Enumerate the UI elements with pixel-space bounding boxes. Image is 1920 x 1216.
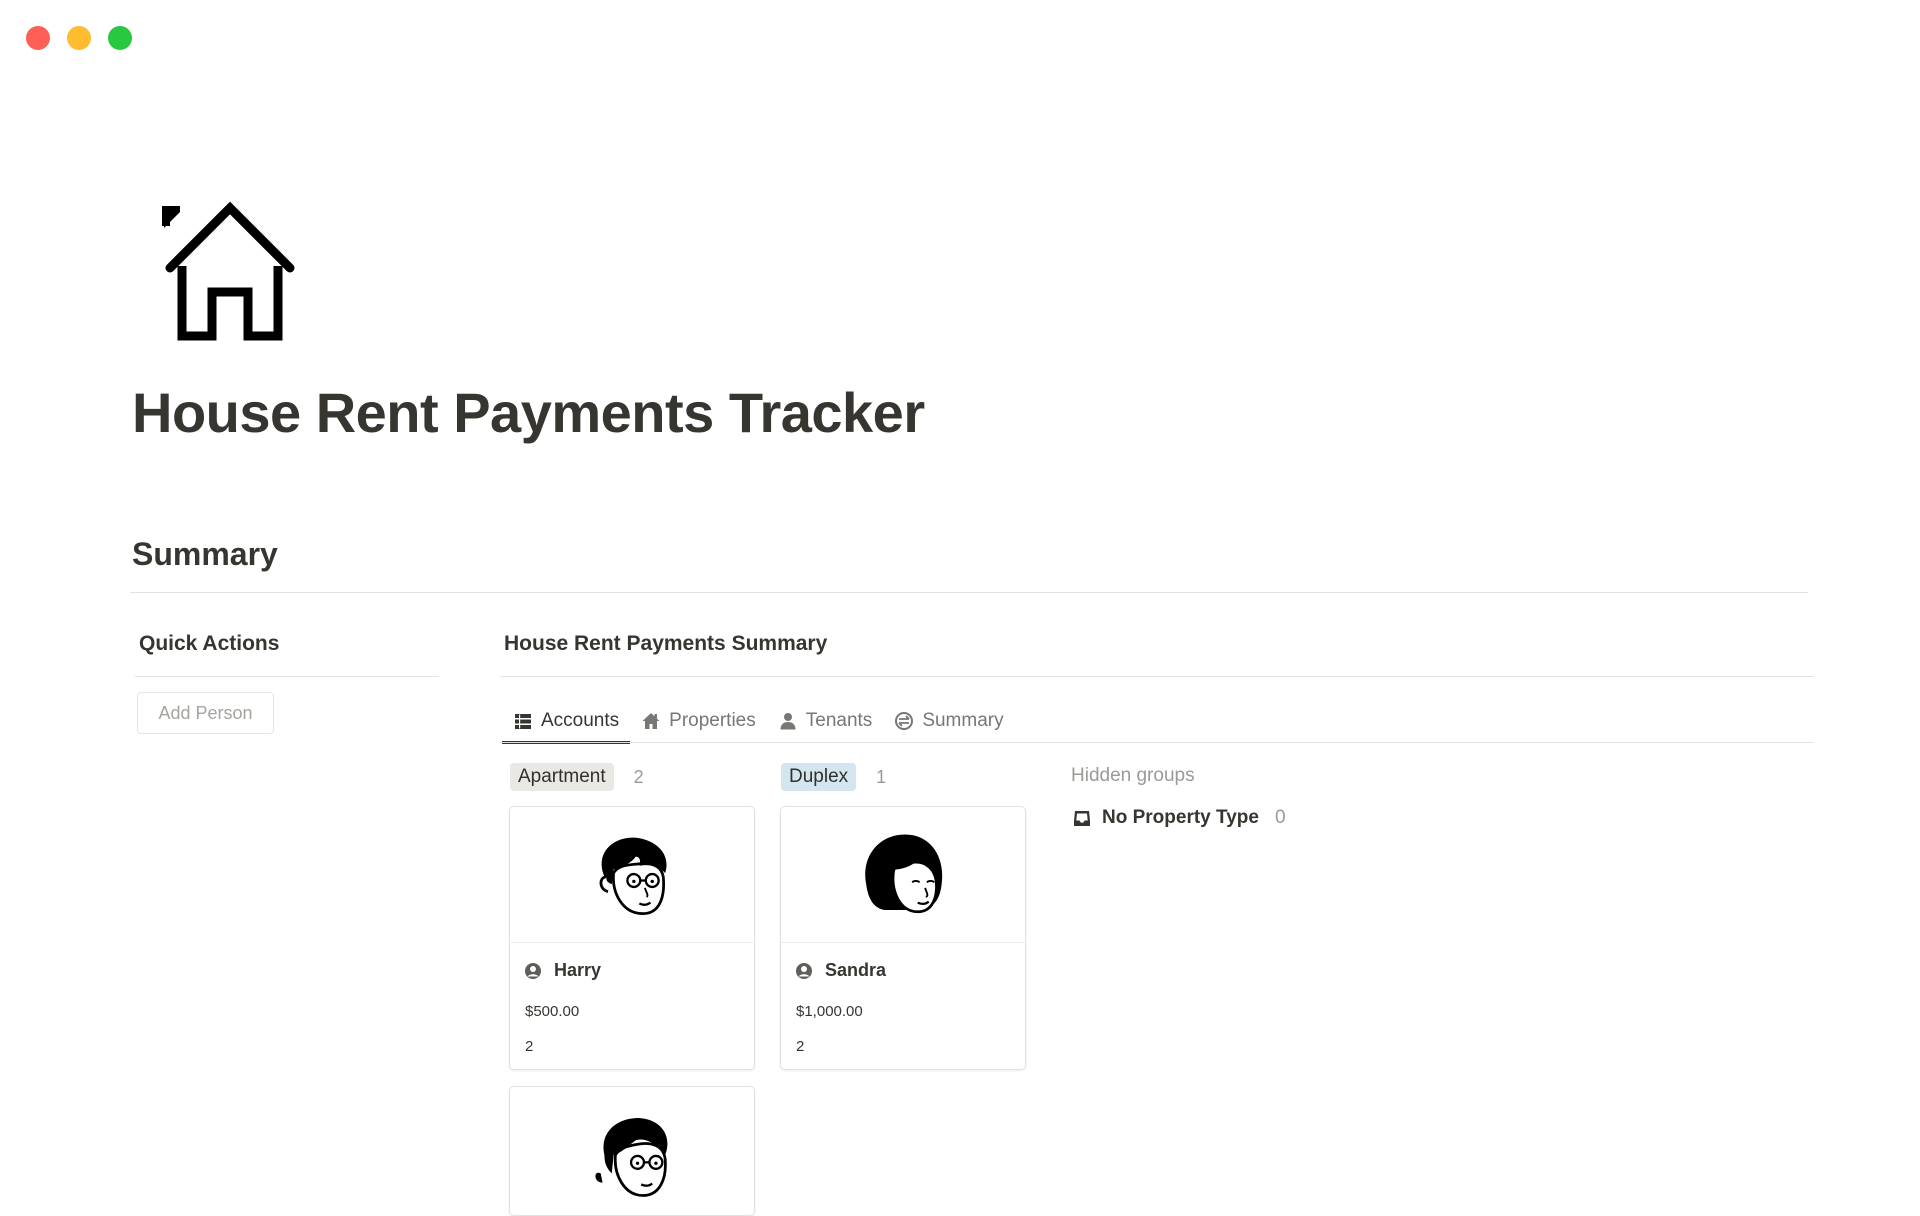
zoom-window-button[interactable] [108,26,132,50]
database-title[interactable]: House Rent Payments Summary [504,632,827,656]
card-cover [510,1087,754,1215]
close-window-button[interactable] [26,26,50,50]
person-icon [780,713,796,730]
hidden-group-count: 0 [1274,807,1286,828]
card-cover [510,807,754,943]
woman-glasses-avatar [595,1118,668,1197]
divider [135,676,439,677]
card-count: 2 [525,1038,534,1055]
tab-summary[interactable]: Summary [883,700,1014,742]
tab-tenants[interactable]: Tenants [767,700,884,742]
tab-label: Tenants [805,710,873,731]
add-person-button[interactable]: Add Person [137,692,274,734]
hidden-group-no-property-type[interactable]: No Property Type 0 [1072,807,1286,829]
card-sandra[interactable]: Sandra $1,000.00 2 [780,806,1026,1070]
man-glasses-avatar [599,837,667,915]
tab-properties[interactable]: Properties [630,700,767,742]
card-title: Harry [510,943,754,981]
inbox-icon [1074,811,1090,826]
tab-label: Accounts [541,710,620,731]
person-circle-icon [796,962,812,979]
group-tag: Duplex [781,763,857,791]
tab-label: Summary [922,710,1004,731]
group-header-duplex[interactable]: Duplex 1 [781,763,886,791]
card-count: 2 [796,1038,805,1055]
card-name-text: Harry [554,960,602,980]
view-tabs: Accounts Properties Tenants Summary [502,700,1015,744]
divider [500,676,1814,677]
hidden-group-name: No Property Type [1102,807,1259,828]
card-name-text: Sandra [825,960,887,980]
section-heading-summary: Summary [132,536,278,572]
divider [500,742,1814,743]
card-harry[interactable]: Harry $500.00 2 [509,806,755,1070]
divider [130,592,1808,593]
person-circle-icon [525,962,541,979]
minimize-window-button[interactable] [67,26,91,50]
hidden-groups-label: Hidden groups [1071,765,1195,786]
card-title: Sandra [781,943,1025,981]
tab-label: Properties [669,710,756,731]
house-icon[interactable] [150,188,310,348]
tab-accounts[interactable]: Accounts [502,700,631,744]
card-amount: $500.00 [525,1003,580,1020]
card-cover [781,807,1025,943]
page-title: House Rent Payments Tracker [132,381,925,444]
card-apartment-2[interactable] [509,1086,755,1216]
swap-circle-icon [895,712,914,730]
card-amount: $1,000.00 [796,1003,863,1020]
group-count: 2 [633,766,644,787]
group-tag: Apartment [510,763,614,791]
woman-bob-avatar [865,834,943,913]
group-count: 1 [876,766,887,787]
window-controls [26,26,132,50]
table-icon [515,714,531,729]
quick-actions-title: Quick Actions [139,632,280,655]
home-icon [642,713,660,729]
group-header-apartment[interactable]: Apartment 2 [510,763,644,791]
